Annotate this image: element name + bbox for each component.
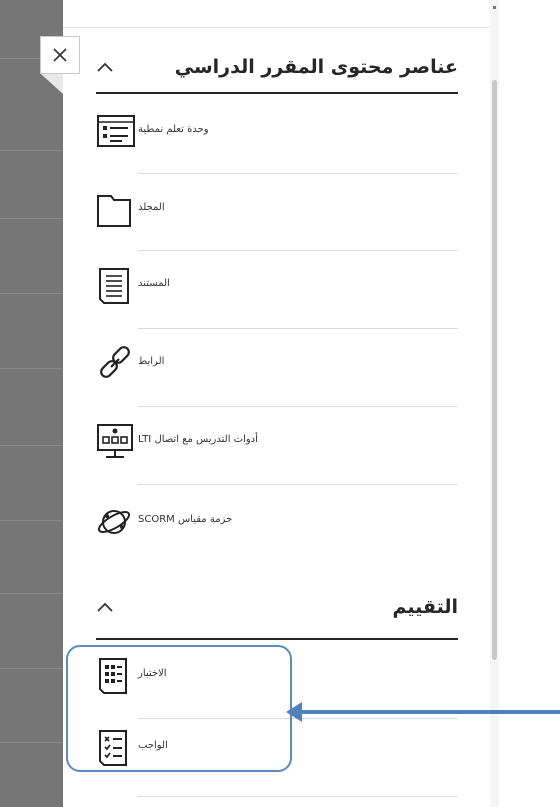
- divider: [138, 250, 458, 251]
- chevron-up-icon[interactable]: [96, 61, 114, 73]
- close-button-tail: [41, 74, 63, 94]
- background-overlay: [0, 0, 63, 807]
- learning-module-icon: [97, 115, 135, 147]
- section-underline: [96, 638, 458, 640]
- menu-item-scorm-package[interactable]: SCORM حزمة مقياس: [96, 502, 458, 564]
- menu-item-label: LTI أدوات التدريس مع اتصال: [138, 434, 258, 445]
- panel-top-divider: [63, 27, 490, 28]
- divider: [138, 796, 458, 797]
- menu-item-lti-tool[interactable]: LTI أدوات التدريس مع اتصال: [96, 422, 458, 484]
- lti-tool-icon: [97, 424, 133, 458]
- section-header-course-content[interactable]: عناصر محتوى المقرر الدراسي: [96, 52, 458, 82]
- section-title: عناصر محتوى المقرر الدراسي: [174, 56, 458, 78]
- folder-icon: [97, 195, 131, 227]
- section-title: التقييم: [392, 596, 459, 618]
- highlight-annotation-box: [66, 645, 292, 772]
- chevron-up-icon[interactable]: [96, 601, 114, 613]
- menu-item-folder[interactable]: المجلد: [96, 190, 458, 252]
- menu-item-label: SCORM حزمة مقياس: [138, 514, 233, 525]
- section-header-assessment[interactable]: التقييم: [96, 592, 458, 622]
- close-button[interactable]: [40, 36, 80, 74]
- annotation-arrow-shaft: [300, 710, 560, 714]
- close-icon: [53, 48, 67, 62]
- divider: [138, 484, 458, 485]
- divider: [138, 406, 458, 407]
- scrollbar-thumb[interactable]: [492, 80, 497, 660]
- link-icon: [100, 346, 130, 378]
- menu-item-label: المستند: [138, 278, 170, 289]
- scorm-package-icon: [97, 510, 131, 534]
- divider: [138, 173, 458, 174]
- scrollbar-up-marker: [493, 6, 496, 9]
- section-underline: [96, 92, 458, 94]
- divider: [138, 328, 458, 329]
- menu-item-label: الرابط: [138, 356, 165, 367]
- menu-item-label: وحدة تعلم نمطية: [138, 124, 209, 135]
- menu-item-document[interactable]: المستند: [96, 266, 458, 328]
- annotation-arrow-head: [286, 702, 302, 722]
- document-icon: [99, 268, 129, 304]
- menu-item-label: المجلد: [138, 202, 165, 213]
- menu-item-learning-module[interactable]: وحدة تعلم نمطية: [96, 112, 458, 174]
- menu-item-link[interactable]: الرابط: [96, 344, 458, 406]
